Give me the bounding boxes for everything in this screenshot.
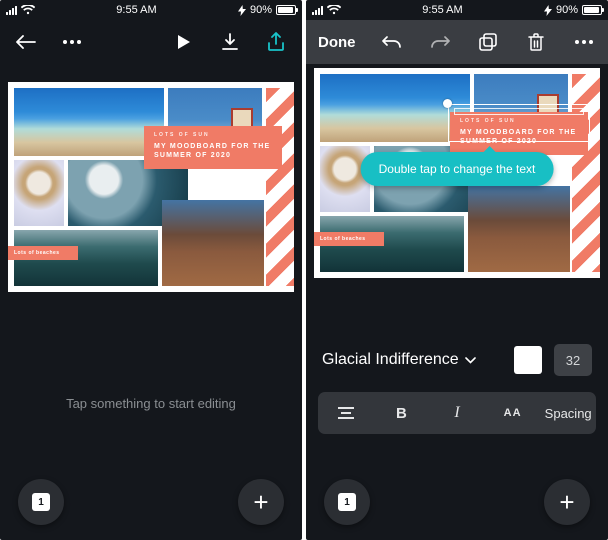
title-line2: SUMMER OF 2020: [154, 151, 272, 160]
selection-frame[interactable]: [448, 104, 590, 142]
canvas-area[interactable]: LOTS OF SUN MY MOODBOARD FOR THE SUMMER …: [306, 64, 608, 314]
page-number: 1: [32, 493, 50, 511]
redo-button[interactable]: [428, 20, 452, 64]
beaches-text-box[interactable]: Lots of beaches: [314, 232, 384, 246]
status-time: 9:55 AM: [341, 4, 544, 16]
signal-icon: [6, 6, 17, 15]
editing-hint: Tap something to start editing: [0, 396, 302, 411]
battery-icon: [582, 5, 602, 15]
font-picker[interactable]: Glacial Indifference: [322, 351, 502, 369]
canvas-area[interactable]: LOTS OF SUN MY MOODBOARD FOR THE SUMMER …: [0, 64, 302, 394]
done-button[interactable]: Done: [318, 20, 356, 64]
toolbar-view: [0, 20, 302, 64]
back-button[interactable]: [14, 20, 38, 64]
font-size-box[interactable]: 32: [554, 344, 592, 376]
battery-icon: [276, 5, 296, 15]
font-name-label: Glacial Indifference: [322, 351, 459, 369]
subhead-text: LOTS OF SUN: [154, 132, 272, 139]
play-button[interactable]: [172, 20, 196, 64]
signal-icon: [312, 6, 323, 15]
moodboard-canvas[interactable]: LOTS OF SUN MY MOODBOARD FOR THE SUMMER …: [314, 68, 600, 278]
duplicate-button[interactable]: [476, 20, 500, 64]
selection-handle[interactable]: [443, 99, 452, 108]
phone-edit-mode: 9:55 AM 90% Done: [306, 0, 608, 540]
add-button[interactable]: +: [238, 479, 284, 525]
status-bar: 9:55 AM 90%: [0, 0, 302, 20]
format-strip: B I AA Spacing: [318, 392, 596, 434]
moodboard-canvas[interactable]: LOTS OF SUN MY MOODBOARD FOR THE SUMMER …: [8, 82, 294, 292]
beaches-text-box[interactable]: Lots of beaches: [8, 246, 78, 260]
charging-icon: [544, 5, 552, 16]
battery-pct: 90%: [250, 4, 272, 16]
more-button[interactable]: [572, 20, 596, 64]
font-strip: Glacial Indifference 32: [306, 330, 608, 390]
italic-button[interactable]: I: [429, 392, 485, 434]
share-button[interactable]: [264, 20, 288, 64]
battery-pct: 90%: [556, 4, 578, 16]
caps-button[interactable]: AA: [485, 392, 541, 434]
edit-tooltip: Double tap to change the text: [361, 152, 554, 186]
delete-button[interactable]: [524, 20, 548, 64]
status-bar: 9:55 AM 90%: [306, 0, 608, 20]
status-time: 9:55 AM: [35, 4, 238, 16]
page-number: 1: [338, 493, 356, 511]
wifi-icon: [21, 5, 35, 15]
more-button[interactable]: [60, 20, 84, 64]
download-button[interactable]: [218, 20, 242, 64]
bottom-bar: 1 +: [306, 464, 608, 540]
chevron-down-icon: [465, 357, 476, 364]
spacing-button[interactable]: Spacing: [540, 392, 596, 434]
phone-view-mode: 9:55 AM 90%: [0, 0, 302, 540]
color-swatch[interactable]: [514, 346, 542, 374]
align-button[interactable]: [318, 392, 374, 434]
bold-button[interactable]: B: [374, 392, 430, 434]
pages-button[interactable]: 1: [18, 479, 64, 525]
add-button[interactable]: +: [544, 479, 590, 525]
pages-button[interactable]: 1: [324, 479, 370, 525]
title-text-box[interactable]: LOTS OF SUN MY MOODBOARD FOR THE SUMMER …: [144, 126, 282, 169]
wifi-icon: [327, 5, 341, 15]
undo-button[interactable]: [380, 20, 404, 64]
toolbar-edit: Done: [306, 20, 608, 64]
charging-icon: [238, 5, 246, 16]
align-center-icon: [338, 407, 354, 419]
bottom-bar: 1 +: [0, 464, 302, 540]
title-line1: MY MOODBOARD FOR THE: [154, 142, 272, 151]
